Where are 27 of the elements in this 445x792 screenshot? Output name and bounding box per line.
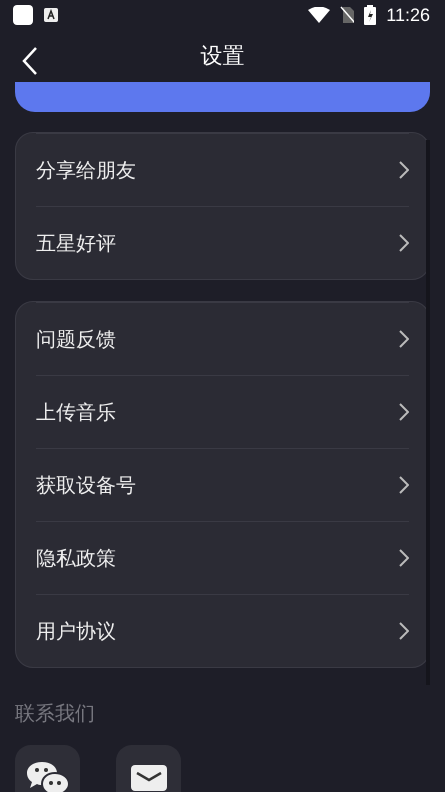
settings-row[interactable]: 五星好评 bbox=[36, 206, 409, 279]
settings-row[interactable]: 分享给朋友 bbox=[36, 133, 409, 206]
settings-row[interactable]: 上传音乐 bbox=[36, 375, 409, 448]
no-sim-icon bbox=[340, 6, 354, 24]
chevron-icon bbox=[399, 330, 409, 348]
clock: 11:26 bbox=[386, 4, 430, 26]
battery-icon bbox=[364, 5, 376, 25]
chevron-icon bbox=[399, 161, 409, 179]
settings-row[interactable]: 隐私政策 bbox=[36, 521, 409, 594]
chevron-icon bbox=[399, 403, 409, 421]
chevron-icon bbox=[399, 234, 409, 252]
back-icon[interactable] bbox=[22, 46, 38, 76]
settings-row[interactable]: 用户协议 bbox=[36, 594, 409, 667]
settings-row[interactable]: 问题反馈 bbox=[36, 302, 409, 375]
page-title: 设置 bbox=[200, 43, 244, 71]
chevron-icon bbox=[399, 622, 409, 640]
settings-row[interactable]: 获取设备号 bbox=[36, 448, 409, 521]
section-title: 联系我们 bbox=[15, 700, 96, 727]
wifi-icon bbox=[308, 7, 330, 23]
email-button[interactable] bbox=[116, 745, 181, 792]
keyboard-icon bbox=[44, 8, 58, 22]
chat-bubbles-icon bbox=[26, 760, 68, 792]
wechat-button[interactable] bbox=[15, 745, 80, 792]
chevron-icon bbox=[399, 549, 409, 567]
mail-icon bbox=[130, 764, 166, 790]
app-icon bbox=[12, 4, 34, 26]
chevron-icon bbox=[399, 476, 409, 494]
